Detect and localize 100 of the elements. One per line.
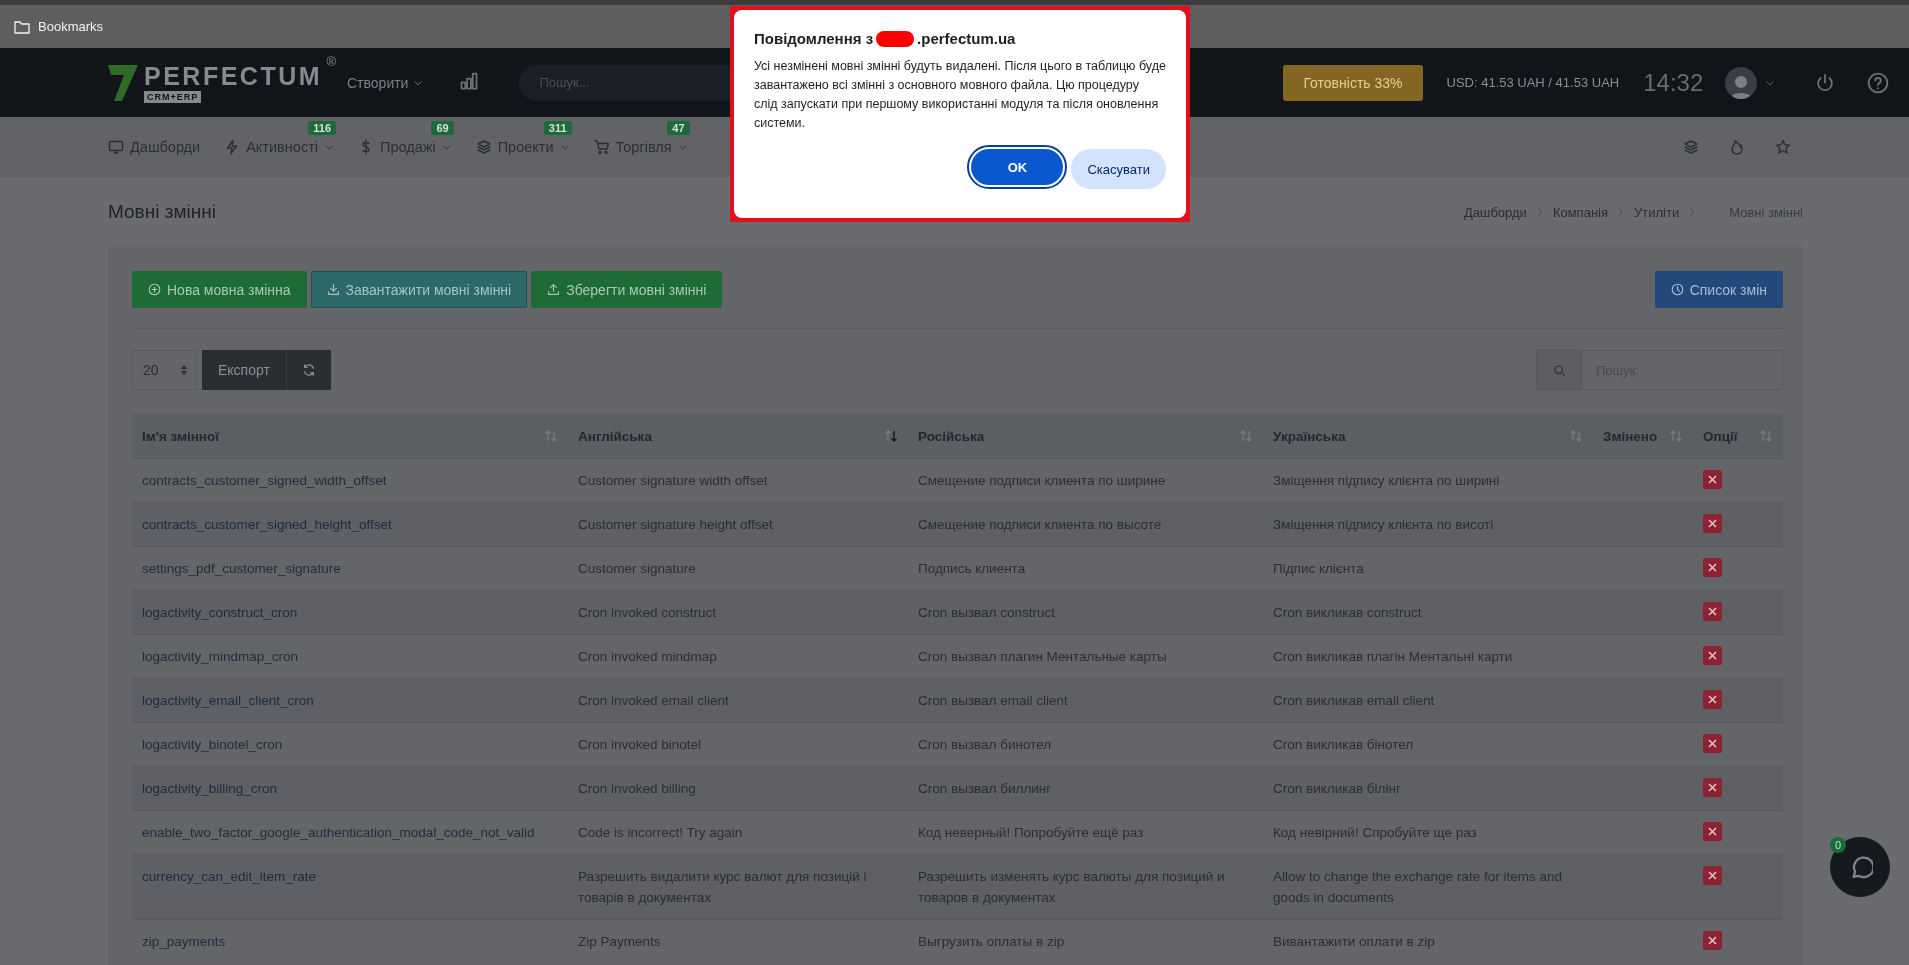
avatar[interactable] [1725, 66, 1758, 99]
toolbar-button[interactable]: Завантажити мовні змінні [310, 271, 528, 308]
column-header[interactable]: Ім'я змінної [132, 414, 568, 459]
bookmarks-label[interactable]: Bookmarks [38, 19, 104, 34]
page-title: Мовні змінні [108, 201, 216, 223]
variable-name-link[interactable]: zip_payments [142, 934, 226, 949]
chat-button[interactable] [1830, 837, 1890, 897]
close-icon [1708, 563, 1717, 572]
search-icon [1552, 363, 1566, 377]
bar-chart-icon [459, 70, 480, 91]
table-cell: Код невірний! Спробуйте ще раз [1273, 825, 1477, 840]
cancel-button[interactable]: Скасувати [1071, 149, 1166, 189]
close-icon [1708, 827, 1717, 836]
column-header[interactable]: Російська [908, 414, 1263, 459]
clock-time: 14:32 [1643, 68, 1704, 97]
table-cell: Zip Payments [578, 934, 661, 949]
cart-icon [593, 139, 610, 155]
clock-icon [1670, 283, 1684, 296]
delete-button[interactable] [1703, 734, 1722, 753]
table-cell: Cron invoked mindmap [578, 649, 717, 664]
close-icon [1708, 871, 1717, 880]
table-cell: Выгрузить оплаты в zip [918, 934, 1065, 949]
variable-name-link[interactable]: settings_pdf_customer_signature [142, 561, 341, 576]
variable-name-link[interactable]: logactivity_binotel_cron [142, 737, 283, 752]
table-cell: Код неверный! Попробуйте ещё раз [918, 825, 1144, 840]
delete-button[interactable] [1703, 778, 1722, 797]
count-badge: 116 [308, 121, 336, 135]
breadcrumb-link[interactable]: Дашборди [1463, 204, 1527, 220]
breadcrumb-link[interactable]: Компанія [1552, 204, 1608, 220]
table-cell: Code is incorrect! Try again [578, 825, 743, 840]
close-icon [1708, 519, 1717, 528]
count-badge: 0 [1830, 837, 1846, 853]
caret-icon [559, 142, 570, 152]
delete-button[interactable] [1703, 690, 1722, 709]
delete-button[interactable] [1703, 931, 1722, 950]
close-icon [1708, 475, 1717, 484]
variable-name-link[interactable]: logactivity_email_client_cron [142, 693, 314, 708]
close-icon [1708, 739, 1717, 748]
download-icon [326, 283, 340, 296]
star-icon [1775, 139, 1791, 155]
dialog-title-domain: .perfectum.ua [917, 30, 1016, 47]
table-cell: Зміщення підпису клієнта по ширині [1273, 473, 1500, 488]
close-icon [1708, 783, 1717, 792]
close-icon [1708, 936, 1717, 945]
column-header[interactable]: Опції [1693, 414, 1783, 459]
table-cell: Cron викликав плагін Ментальні карти [1273, 649, 1513, 664]
power-icon [1815, 72, 1836, 93]
updown-arrows-icon [180, 364, 188, 376]
dialog-title: Повідомлення з [754, 30, 874, 47]
toolbar-button[interactable]: Нова мовна змінна [132, 271, 307, 308]
sort-icon[interactable] [884, 430, 898, 442]
delete-button[interactable] [1703, 602, 1722, 621]
column-header[interactable]: Змінено [1593, 414, 1693, 459]
close-icon [1708, 607, 1717, 616]
monitor-icon [108, 139, 124, 155]
caret-icon [324, 142, 334, 152]
variable-name-link[interactable]: logactivity_billing_cron [142, 781, 278, 796]
table-cell: Вивантажити оплати в zip [1273, 934, 1435, 949]
table-cell: Підпис клієнта [1273, 561, 1364, 576]
close-icon [1708, 651, 1717, 660]
variable-name-link[interactable]: contracts_customer_signed_height_offset [142, 517, 392, 532]
toolbar-button[interactable]: Зберегти мовні змінні [531, 271, 723, 308]
table-cell: Customer signature width offset [578, 473, 768, 488]
column-header[interactable]: Англійська [568, 414, 908, 459]
count-badge: 311 [543, 121, 572, 135]
variable-name-link[interactable]: logactivity_construct_cron [142, 605, 298, 620]
delete-button[interactable] [1703, 558, 1722, 577]
delete-button[interactable] [1703, 514, 1722, 533]
logo-icon [108, 62, 138, 103]
delete-button[interactable] [1703, 866, 1722, 885]
table-cell: Cron викликав бінотел [1273, 737, 1414, 752]
count-badge: 47 [667, 121, 690, 135]
page-size-select[interactable]: 20 [132, 350, 197, 390]
export-button[interactable]: Експорт [202, 350, 286, 390]
table-cell: Cron вызвал бинотел [918, 737, 1052, 752]
refresh-button[interactable] [285, 350, 331, 390]
variable-name-link[interactable]: contracts_customer_signed_width_offset [142, 473, 387, 488]
column-header[interactable]: Українська [1263, 414, 1593, 459]
redaction-mark [876, 30, 915, 47]
readiness-button[interactable]: Готовність 33% [1283, 64, 1423, 101]
layers-icon [1683, 139, 1699, 155]
delete-button[interactable] [1703, 470, 1722, 489]
delete-button[interactable] [1703, 822, 1722, 841]
variable-name-link[interactable]: logactivity_mindmap_cron [142, 649, 299, 664]
caret-icon [677, 142, 688, 152]
breadcrumb-link[interactable]: Утиліти [1634, 204, 1680, 220]
history-button[interactable]: Список змін [1654, 271, 1783, 308]
caret-icon [441, 142, 452, 152]
logo-text: PERFECTUM [144, 62, 323, 91]
upload-icon [547, 283, 561, 296]
table-cell: Cron вызвал плагин Ментальные карты [918, 649, 1167, 664]
variable-name-link[interactable]: currency_can_edit_item_rate [142, 869, 317, 884]
table-cell: Подпись клиента [918, 561, 1026, 576]
folder-icon [14, 19, 30, 34]
create-menu[interactable]: Створити [341, 73, 430, 92]
logo-tagline: CRM+ERP [144, 91, 202, 103]
delete-button[interactable] [1703, 646, 1722, 665]
currency-rate: USD: 41.53 UAH / 41.53 UAH [1446, 75, 1620, 90]
table-cell: Смещение подписи клиента по ширине [918, 473, 1166, 488]
variable-name-link[interactable]: enable_two_factor_google_authentication_modal_code_not_valid [142, 825, 535, 840]
